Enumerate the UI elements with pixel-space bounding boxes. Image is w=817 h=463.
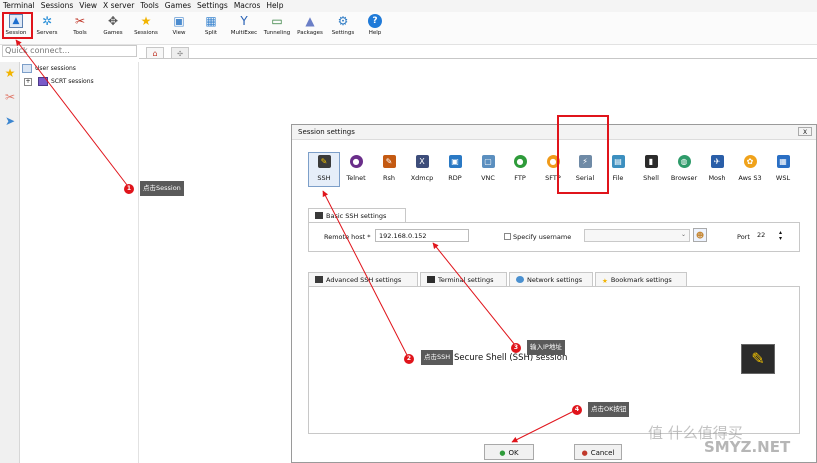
arrow-to-host (432, 242, 516, 346)
highlight-serial-protocol (557, 115, 609, 194)
step-number-2: 2 (404, 354, 414, 364)
watermark: 值 什么值得买 SMYZ.NET (648, 422, 813, 458)
callout-1: 点击Session (140, 181, 184, 196)
step-number-3: 3 (511, 343, 521, 353)
watermark-domain: SMYZ.NET (704, 438, 791, 456)
callout-4: 点击OK按钮 (588, 402, 630, 417)
arrow-to-ssh (322, 190, 409, 358)
callout-2: 点击SSH (421, 350, 454, 365)
step-number-1: 1 (124, 184, 134, 194)
step-number-4: 4 (572, 405, 582, 415)
arrow-to-ok (511, 410, 575, 443)
annotation-arrows (15, 39, 575, 443)
highlight-session-button (2, 12, 33, 39)
callout-3: 输入IP地址 (527, 340, 565, 355)
arrow-to-session (15, 39, 128, 186)
